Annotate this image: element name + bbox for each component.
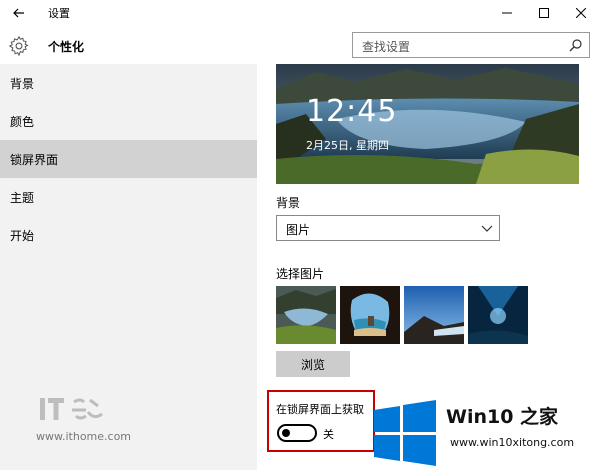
win10-watermark: Win10 之家 www.win10xitong.com [372, 396, 600, 470]
background-dropdown[interactable]: 图片 [276, 215, 500, 241]
close-button[interactable] [564, 0, 598, 26]
minimize-icon [502, 12, 512, 14]
sidebar-item-label: 颜色 [10, 114, 35, 129]
sidebar-item-start[interactable]: 开始 [0, 216, 257, 254]
maximize-button[interactable] [527, 0, 561, 26]
choose-picture-label: 选择图片 [276, 267, 325, 281]
background-label: 背景 [276, 196, 301, 210]
win10-url: www.win10xitong.com [450, 436, 575, 449]
lockscreen-tips-toggle[interactable] [277, 424, 317, 442]
toggle-state-label: 关 [323, 428, 334, 441]
ithome-url: www.ithome.com [36, 430, 132, 443]
search-placeholder: 查找设置 [362, 40, 411, 54]
sidebar-item-lockscreen[interactable]: 锁屏界面 [0, 140, 257, 178]
background-value: 图片 [286, 223, 311, 237]
arrow-left-icon [13, 8, 24, 18]
lockscreen-preview: 12:45 2月25日, 星期四 [276, 64, 579, 184]
search-input[interactable]: 查找设置 [352, 32, 590, 58]
gear-icon [8, 35, 29, 57]
cave-beach-thumbnail-image [340, 286, 400, 344]
lake-thumbnail-image [276, 286, 336, 344]
sidebar-item-label: 主题 [10, 190, 35, 205]
sidebar-item-themes[interactable]: 主题 [0, 178, 257, 216]
ithome-logo [38, 392, 118, 428]
underwater-thumbnail-image [468, 286, 528, 344]
sidebar-item-label: 开始 [10, 228, 35, 243]
picture-thumbnail-cave[interactable] [340, 286, 400, 344]
windows-logo-icon [374, 400, 436, 466]
search-icon [569, 39, 582, 52]
picture-thumbnail-underwater[interactable] [468, 286, 528, 344]
sidebar-item-label: 锁屏界面 [10, 152, 59, 167]
win10-brand-text: Win10 之家 [446, 406, 559, 428]
toggle-knob [282, 429, 290, 437]
close-icon [576, 8, 586, 18]
page-title: 个性化 [48, 40, 85, 54]
lockscreen-tips-label: 在锁屏界面上获取 [276, 403, 364, 416]
minimize-button[interactable] [490, 0, 524, 26]
chevron-down-icon [481, 225, 493, 232]
back-button[interactable] [8, 2, 30, 24]
picture-thumbnail-coast[interactable] [404, 286, 464, 344]
window-title: 设置 [48, 7, 70, 20]
maximize-icon [539, 8, 549, 18]
ithome-logo-image [40, 398, 103, 420]
preview-time: 12:45 [306, 94, 398, 129]
preview-date: 2月25日, 星期四 [306, 139, 389, 152]
picture-thumbnail-lake[interactable] [276, 286, 336, 344]
highlight-box [267, 390, 375, 452]
sidebar-item-colors[interactable]: 颜色 [0, 102, 257, 140]
title-bar: 设置 [0, 0, 600, 26]
coast-thumbnail-image [404, 286, 464, 344]
browse-button[interactable]: 浏览 [276, 351, 350, 377]
sidebar-item-label: 背景 [10, 76, 35, 91]
sidebar-item-background[interactable]: 背景 [0, 64, 257, 102]
settings-header: 个性化 查找设置 [0, 28, 600, 64]
